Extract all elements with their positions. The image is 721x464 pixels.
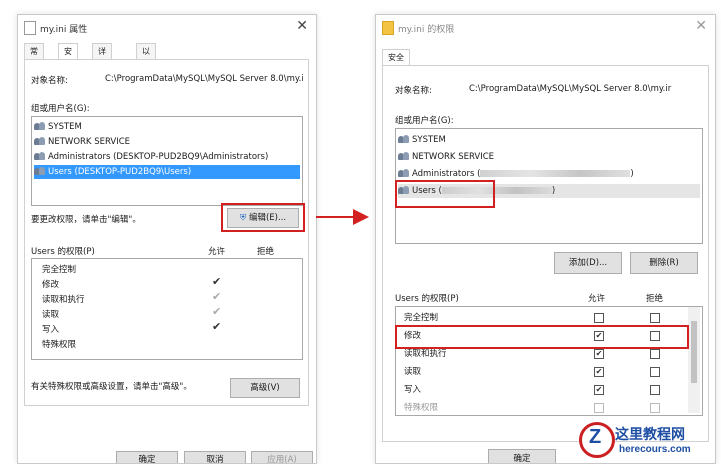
perm-label: 特殊权限 [404,403,439,413]
list-item[interactable]: SYSTEM [34,120,300,134]
permissions-header: Users 的权限(P) [395,294,459,304]
group-label: 组或用户名(G): [31,104,90,114]
tab-security[interactable]: 安全 [382,49,410,66]
watermark-logo-icon: Z [579,422,615,458]
users-icon [398,152,410,161]
perm-label: 写入 [404,385,422,395]
edit-hint: 要更改权限，请单击"编辑"。 [31,215,141,225]
check-icon: ✔ [212,320,222,333]
properties-title: my.ini 属性 [40,25,88,35]
deny-checkbox[interactable] [650,367,660,377]
file-icon [382,21,394,35]
allow-checkbox[interactable] [594,313,604,323]
perm-label: 完全控制 [404,313,439,323]
tab-previous-versions[interactable]: 以前的版本 [136,43,156,116]
tab-security[interactable]: 安全 [58,43,78,71]
allow-header: 允许 [588,294,606,304]
watermark-name: 这里教程网 [615,427,685,443]
object-name-label: 对象名称: [395,86,432,96]
list-item[interactable]: NETWORK SERVICE [398,150,700,164]
users-icon [34,137,46,146]
check-icon: ✔ [212,305,222,318]
annotation-highlight-edit [221,203,305,232]
allow-checkbox[interactable]: ✔ [594,367,604,377]
perm-label: 特殊权限 [42,340,77,350]
perm-label: 读取和执行 [42,295,85,305]
watermark: Z 这里教程网 herecours.com [575,418,721,462]
perm-label: 读取 [404,367,422,377]
list-item[interactable]: Administrators (DESKTOP-PUD2BQ9\Administ… [34,150,300,164]
object-path: C:\ProgramData\MySQL\MySQL Server 8.0\my… [105,74,304,84]
tab-general[interactable]: 常规 [24,43,44,71]
apply-button[interactable]: 应用(A) [251,451,313,463]
group-label: 组或用户名(G): [395,116,454,126]
add-button[interactable]: 添加(D)... [554,252,622,274]
users-icon [398,135,410,144]
perm-label: 读取 [42,310,60,320]
list-item[interactable]: Administrators () [398,167,700,181]
close-icon[interactable]: ✕ [296,18,308,34]
users-icon [34,152,46,161]
properties-titlebar: my.ini 属性 ✕ [18,15,316,41]
permissions-title: my.ini 的权限 [398,25,455,35]
users-icon [398,169,410,178]
permissions-titlebar: my.ini 的权限 ✕ [376,15,715,41]
ok-button[interactable]: 确定 [116,451,178,463]
remove-button[interactable]: 删除(R) [630,252,698,274]
list-item-selected[interactable]: Users (DESKTOP-PUD2BQ9\Users) [34,165,300,179]
list-item[interactable]: SYSTEM [398,133,700,147]
deny-checkbox[interactable] [650,349,660,359]
deny-checkbox[interactable] [650,385,660,395]
deny-header: 拒绝 [257,247,275,257]
close-icon[interactable]: ✕ [695,18,707,34]
object-name-label: 对象名称: [31,76,68,86]
check-icon: ✔ [212,275,222,288]
allow-checkbox[interactable]: ✔ [594,349,604,359]
users-icon [34,167,46,176]
list-item[interactable]: NETWORK SERVICE [34,135,300,149]
permissions-dialog: my.ini 的权限 ✕ 安全 对象名称: C:\ProgramData\MyS… [375,14,716,464]
annotation-highlight-users [395,180,495,208]
advanced-hint: 有关特殊权限或高级设置，请单击"高级"。 [31,382,192,392]
redacted-text [480,170,631,177]
check-icon: ✔ [212,290,222,303]
perm-label: 写入 [42,325,60,335]
allow-checkbox[interactable]: ✔ [594,385,604,395]
allow-header: 允许 [208,247,226,257]
permissions-panel: 对象名称: C:\ProgramData\MySQL\MySQL Server … [382,65,709,442]
file-icon [24,21,36,35]
tab-details[interactable]: 详细信息 [92,43,112,101]
advanced-button[interactable]: 高级(V) [230,378,300,398]
perm-label: 修改 [42,280,60,290]
security-panel: 对象名称: C:\ProgramData\MySQL\MySQL Server … [24,59,309,406]
permissions-scrollbar[interactable] [688,307,700,413]
allow-checkbox[interactable] [594,403,604,413]
annotation-highlight-modify [395,325,689,349]
permissions-header: Users 的权限(P) [31,247,95,257]
perm-label: 完全控制 [42,265,77,275]
cancel-button[interactable]: 取消 [184,451,246,463]
properties-dialog: my.ini 属性 ✕ 常规 安全 详细信息 以前的版本 对象名称: C:\Pr… [17,14,317,464]
watermark-url: herecours.com [619,444,691,455]
permissions-list: 完全控制 修改 读取和执行 读取 写入 特殊权限 ✔ ✔ ✔ ✔ [395,306,703,416]
scrollbar-thumb[interactable] [691,321,697,383]
users-icon [34,122,46,131]
object-path: C:\ProgramData\MySQL\MySQL Server 8.0\my… [469,84,672,94]
deny-checkbox[interactable] [650,313,660,323]
user-list[interactable]: SYSTEM NETWORK SERVICE Administrators (D… [31,116,303,206]
permissions-list: 完全控制 修改 读取和执行 读取 写入 特殊权限 ✔ ✔ ✔ ✔ [31,258,303,360]
deny-checkbox[interactable] [650,403,660,413]
deny-header: 拒绝 [646,294,664,304]
